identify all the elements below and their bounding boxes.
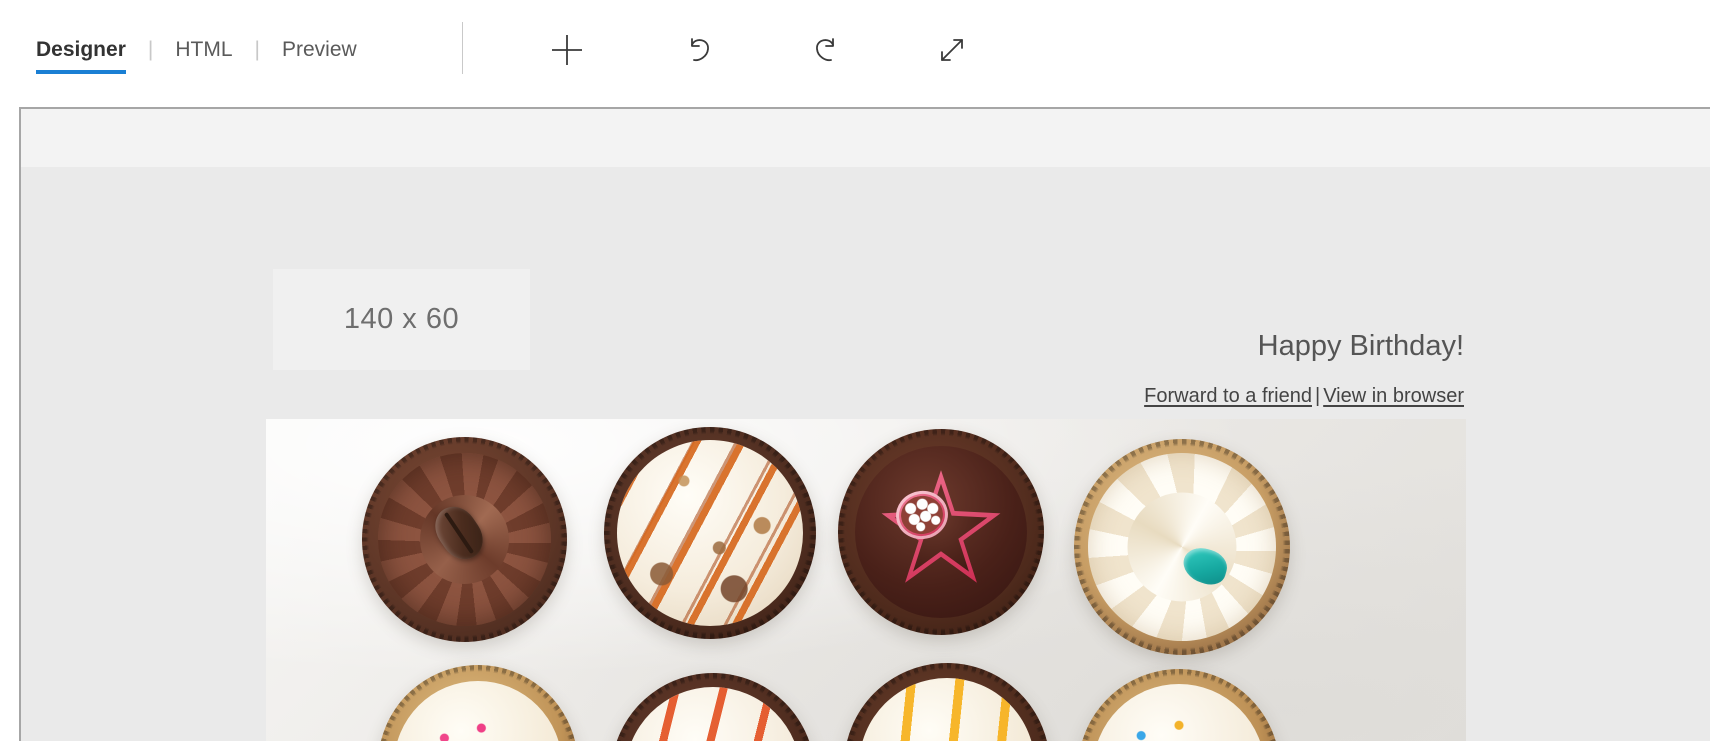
editor-mode-tabs: Designer | HTML | Preview: [36, 34, 357, 76]
expand-diagonal-arrow-icon: [941, 39, 963, 61]
tab-designer-label: Designer: [36, 38, 126, 61]
undo-arrow-icon: [691, 38, 709, 62]
tab-html[interactable]: HTML: [175, 36, 232, 74]
cupcake-frosting: [378, 453, 551, 626]
logo-image-placeholder[interactable]: 140 x 60: [273, 269, 530, 370]
toolbar-divider: [462, 22, 463, 74]
expand-button[interactable]: [928, 26, 976, 74]
hero-image-surface: [266, 419, 1466, 741]
plus-icon: [552, 35, 582, 65]
tab-designer[interactable]: Designer: [36, 36, 126, 74]
cupcake-frosting: [1093, 684, 1265, 741]
tab-preview-label: Preview: [281, 38, 357, 61]
view-in-browser-link[interactable]: View in browser: [1323, 385, 1464, 407]
add-block-button[interactable]: [543, 26, 591, 74]
pink-icing-star: [881, 470, 1001, 583]
forward-to-a-friend-link[interactable]: Forward to a friend: [1144, 385, 1312, 407]
editor-toolbar: Designer | HTML | Preview: [0, 0, 1710, 107]
email-header-text-block[interactable]: Happy Birthday! Forward to a friend | View…: [1144, 329, 1464, 409]
coffee-bean-topping: [427, 498, 492, 567]
canvas-top-strip: [21, 109, 1710, 167]
cupcake-frosting: [859, 678, 1035, 741]
cupcake-vanilla-caramel-drizzle: [604, 427, 816, 639]
cupcake-frosting: [394, 681, 562, 741]
cupcake-chocolate-swirl-coffee-bean: [362, 437, 567, 642]
email-template-body[interactable]: 140 x 60 Happy Birthday! Forward to a fr…: [21, 167, 1710, 741]
tab-html-label: HTML: [175, 38, 233, 61]
cupcake-vanilla-rainbow-sprinkles: [1078, 669, 1280, 741]
cupcake-frosting: [855, 446, 1027, 618]
cupcake-frosting: [625, 687, 801, 741]
tab-separator-2: |: [254, 38, 260, 61]
cupcake-vanilla-swirl-teal-accent: [1074, 439, 1290, 655]
logo-placeholder-label: 140 x 60: [343, 303, 460, 335]
cupcake-frosting: [1088, 453, 1276, 641]
teal-fondant-accent: [1178, 543, 1231, 589]
hero-cupcakes-image[interactable]: [266, 419, 1466, 741]
cupcake-vanilla-yellow-drizzle: [844, 663, 1050, 741]
cupcake-frosting: [617, 440, 803, 626]
email-design-canvas[interactable]: 140 x 60 Happy Birthday! Forward to a fr…: [19, 107, 1710, 741]
cupcake-vanilla-red-drizzle: [611, 673, 815, 741]
email-utility-links: Forward to a friend | View in browser: [1144, 383, 1464, 409]
undo-button[interactable]: [676, 26, 724, 74]
cupcake-chocolate-ganache-pink-star: [838, 429, 1044, 635]
tab-separator-1: |: [147, 38, 154, 61]
tab-preview[interactable]: Preview: [282, 36, 357, 74]
redo-arrow-icon: [816, 38, 834, 62]
redo-button[interactable]: [801, 26, 849, 74]
email-headline: Happy Birthday!: [1257, 330, 1464, 362]
cupcake-vanilla-pink-sprinkles: [378, 665, 578, 741]
links-separator: |: [1314, 385, 1321, 407]
